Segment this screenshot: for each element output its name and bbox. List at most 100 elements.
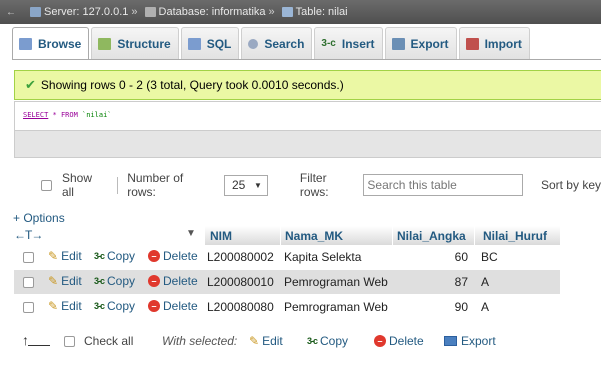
dropdown-caret-icon: ▼	[253, 180, 262, 190]
copy-icon: 3-c	[94, 301, 105, 311]
row-delete-link[interactable]: – Delete	[148, 274, 198, 288]
pencil-icon: ✎	[48, 299, 59, 313]
delete-icon: –	[148, 275, 160, 287]
search-icon	[248, 38, 259, 49]
row-delete-link[interactable]: – Delete	[148, 299, 198, 313]
row-delete-link[interactable]: – Delete	[148, 249, 198, 263]
tab-sql-label: SQL	[206, 36, 232, 51]
breadcrumb-separator: »	[131, 6, 138, 18]
filter-rows-input[interactable]: Search this table	[363, 174, 523, 196]
tab-browse-label: Browse	[38, 36, 82, 51]
cell-nilai-angka: 87	[454, 275, 468, 289]
row-copy-label[interactable]: Copy	[107, 274, 135, 288]
column-header-nama-mk-label[interactable]: Nama_MK	[285, 229, 343, 243]
success-message: ✔ Showing rows 0 - 2 (3 total, Query too…	[14, 70, 601, 100]
tab-structure-label: Structure	[117, 36, 171, 51]
tab-export-label: Export	[410, 36, 449, 51]
number-of-rows-select[interactable]: 25 ▼	[223, 174, 268, 196]
row-copy-link[interactable]: 3-c Copy	[94, 299, 135, 313]
cell-nim: L200080002	[207, 250, 274, 264]
tab-search[interactable]: Search	[241, 27, 313, 59]
number-of-rows-label: Number of rows:	[127, 171, 184, 199]
tab-insert-label: Insert	[341, 36, 375, 51]
cell-nilai-huruf: A	[481, 300, 490, 314]
check-all-checkbox[interactable]	[64, 335, 75, 347]
cell-nama-mk: Kapita Selekta	[284, 250, 362, 264]
tab-browse[interactable]: Browse	[12, 27, 90, 59]
options-toggle[interactable]: + Options	[13, 211, 65, 225]
column-resize-arrows-icon[interactable]: ←T→	[14, 228, 43, 242]
row-edit-label[interactable]: Edit	[61, 249, 82, 263]
row-checkbox[interactable]	[23, 276, 34, 288]
row-edit-link[interactable]: ✎ Edit	[48, 274, 82, 288]
column-header-nilai-angka[interactable]: Nilai_Angka	[393, 226, 474, 246]
row-delete-label[interactable]: Delete	[163, 274, 198, 288]
tab-export[interactable]: Export	[384, 27, 457, 59]
column-header-nilai-angka-label[interactable]: Nilai_Angka	[397, 229, 466, 243]
table-row: ✎ Edit 3-c Copy – Delete L200080002 Kapi…	[14, 245, 560, 269]
row-copy-link[interactable]: 3-c Copy	[94, 249, 135, 263]
column-header-nim-label[interactable]: NIM	[210, 229, 232, 243]
insert-icon: 3-c	[321, 37, 336, 49]
tab-structure[interactable]: Structure	[91, 27, 179, 59]
export-icon	[444, 336, 457, 346]
bulk-export-button[interactable]: Export	[444, 334, 496, 348]
cell-nim: L200080010	[207, 275, 274, 289]
cell-nim: L200080080	[207, 300, 274, 314]
cell-nama-mk: Pemrograman Web	[284, 275, 388, 289]
breadcrumb-server-label[interactable]: Server: 127.0.0.1	[44, 6, 128, 18]
bulk-export-label[interactable]: Export	[461, 334, 496, 348]
column-header-nilai-huruf-label[interactable]: Nilai_Huruf	[483, 229, 547, 243]
row-checkbox[interactable]	[23, 251, 34, 263]
tab-sql[interactable]: SQL	[180, 27, 240, 59]
sql-keyword-select[interactable]: SELECT	[23, 111, 48, 119]
bulk-delete-label[interactable]: Delete	[389, 334, 424, 348]
sql-query-table: `nilai`	[82, 111, 112, 119]
column-header-nilai-huruf[interactable]: Nilai_Huruf	[475, 226, 560, 246]
sql-icon	[187, 37, 201, 50]
show-all-label[interactable]: Show all	[62, 171, 107, 199]
sort-by-key-label: Sort by key	[540, 178, 601, 192]
column-dropdown-icon[interactable]: ▼	[186, 228, 196, 239]
breadcrumb-database[interactable]: Database: informatika	[141, 6, 266, 18]
check-all-label[interactable]: Check all	[84, 334, 133, 348]
breadcrumb-table[interactable]: Table: nilai	[278, 6, 348, 18]
breadcrumb-database-label[interactable]: Database: informatika	[159, 6, 266, 18]
row-copy-label[interactable]: Copy	[107, 249, 135, 263]
copy-icon: 3-c	[94, 276, 105, 286]
row-checkbox[interactable]	[23, 301, 34, 313]
export-icon	[391, 37, 405, 50]
column-header-nama-mk[interactable]: Nama_MK	[281, 226, 392, 246]
cell-nilai-angka: 60	[454, 250, 468, 264]
breadcrumb-table-label[interactable]: Table: nilai	[296, 6, 348, 18]
bulk-copy-button[interactable]: 3-c Copy	[307, 334, 348, 348]
row-edit-label[interactable]: Edit	[61, 299, 82, 313]
filter-rows-label: Filter rows:	[299, 171, 329, 199]
row-edit-link[interactable]: ✎ Edit	[48, 299, 82, 313]
bulk-edit-label[interactable]: Edit	[262, 334, 283, 348]
cell-nilai-angka: 90	[454, 300, 468, 314]
tab-insert[interactable]: 3-c Insert	[314, 27, 383, 59]
bulk-delete-button[interactable]: – Delete	[374, 334, 424, 348]
tab-import[interactable]: Import	[458, 27, 530, 59]
cell-nilai-huruf: A	[481, 275, 490, 289]
bulk-edit-button[interactable]: ✎ Edit	[249, 334, 283, 348]
database-icon	[144, 7, 156, 17]
table-header: ←T→ ▼ NIM Nama_MK Nilai_Angka Nilai_Huru…	[0, 226, 560, 246]
tab-search-label: Search	[264, 36, 305, 51]
breadcrumb-server[interactable]: Server: 127.0.0.1	[26, 6, 128, 18]
row-copy-label[interactable]: Copy	[107, 299, 135, 313]
copy-icon: 3-c	[307, 336, 318, 346]
row-edit-label[interactable]: Edit	[61, 274, 82, 288]
cell-nama-mk: Pemrograman Web	[284, 300, 388, 314]
row-delete-label[interactable]: Delete	[163, 249, 198, 263]
back-arrow-icon[interactable]: ←	[6, 7, 16, 18]
show-all-checkbox[interactable]	[41, 179, 52, 191]
row-edit-link[interactable]: ✎ Edit	[48, 249, 82, 263]
bulk-copy-label[interactable]: Copy	[320, 334, 348, 348]
breadcrumb: ← Server: 127.0.0.1 » Database: informat…	[0, 0, 601, 24]
check-all[interactable]: Check all	[64, 334, 133, 348]
row-copy-link[interactable]: 3-c Copy	[94, 274, 135, 288]
column-header-nim[interactable]: NIM	[205, 226, 280, 246]
row-delete-label[interactable]: Delete	[163, 299, 198, 313]
